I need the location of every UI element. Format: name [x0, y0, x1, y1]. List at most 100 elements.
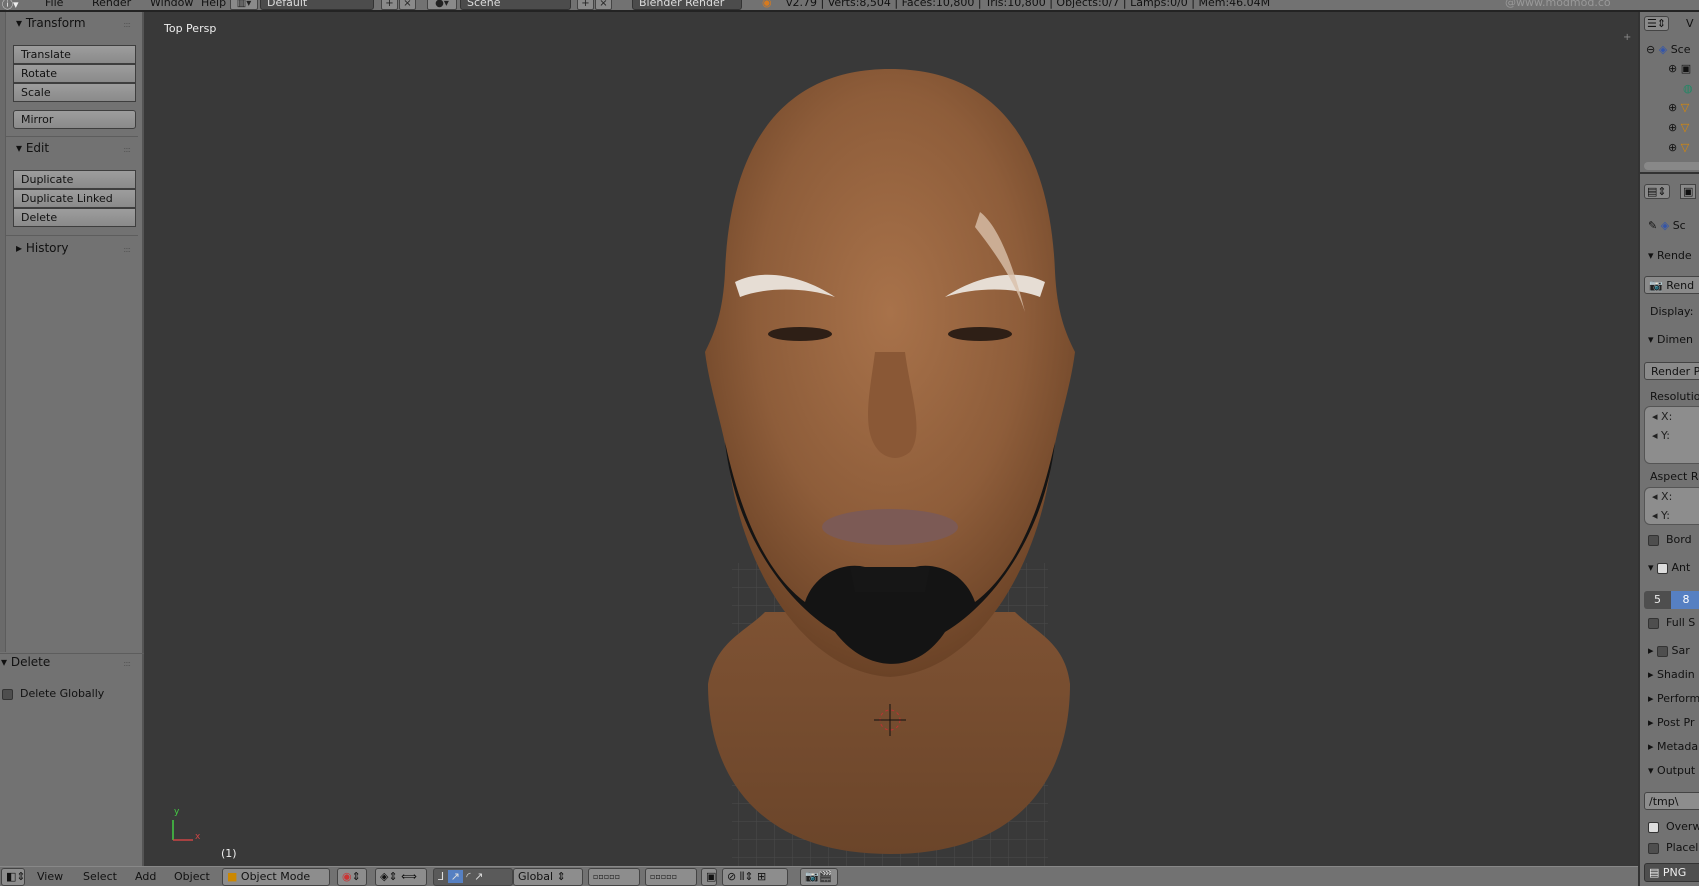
full-sample-checkbox[interactable]: Full S — [1648, 616, 1695, 629]
world-icon[interactable]: ◍ — [1683, 82, 1693, 95]
outliner-object-row[interactable]: ⊕ ▽ — [1668, 141, 1689, 154]
placeholders-checkbox[interactable]: Placel — [1648, 841, 1698, 854]
menu-window[interactable]: Window — [150, 0, 193, 9]
resolution-x-field[interactable]: ◂ X: — [1652, 410, 1672, 423]
delete-globally-checkbox[interactable]: Delete Globally — [2, 687, 104, 700]
mirror-button[interactable]: Mirror — [13, 110, 136, 129]
shading-panel-header[interactable]: ▸ Shadin — [1648, 668, 1695, 681]
render-tab-icon[interactable]: ▣ — [1680, 184, 1697, 199]
render-engine-dropdown[interactable]: Blender Render — [632, 0, 742, 10]
pivot-dropdown[interactable]: ◈⇕ ⟺ — [375, 868, 427, 886]
info-header: ⓘ▾ File Render Window Help ▥▾ Default + … — [0, 0, 1699, 12]
render-panel-header[interactable]: ▾ Rende — [1648, 249, 1692, 262]
outliner-editor-icon[interactable]: ☰⇕ — [1644, 16, 1670, 31]
panel-title: Output — [1657, 764, 1696, 777]
panel-history-header[interactable]: ▸ History — [16, 241, 69, 255]
aa-samples-5[interactable]: 5 — [1644, 591, 1671, 609]
panel-title: Sar — [1671, 644, 1690, 657]
layout-field[interactable]: Default — [260, 0, 374, 10]
outliner-object-row[interactable]: ⊕ ▽ — [1668, 121, 1689, 134]
file-format-dropdown[interactable]: ▤ PNG — [1644, 863, 1699, 882]
editor-type-icon[interactable]: ◧⇕ — [1, 868, 26, 886]
border-checkbox[interactable]: Bord — [1648, 533, 1692, 546]
operator-panel-header[interactable]: ▾ Delete — [1, 655, 50, 669]
overwrite-checkbox[interactable]: Overw — [1648, 820, 1699, 833]
menu-help[interactable]: Help — [201, 0, 226, 9]
menu-add[interactable]: Add — [135, 870, 156, 883]
menu-select[interactable]: Select — [83, 870, 117, 883]
pin-icon[interactable]: ✎ ◈ Sc — [1648, 219, 1686, 232]
mode-dropdown[interactable]: ■ Object Mode — [222, 868, 330, 886]
add-layout-icon[interactable]: + — [381, 0, 398, 10]
tool-shelf: ▾ Transform :::: Translate Rotate Scale … — [0, 12, 144, 866]
left-eye — [768, 327, 832, 341]
aa-samples-8[interactable]: 8 — [1671, 591, 1699, 609]
3d-viewport[interactable]: Top Persp (1) y x + — [145, 12, 1637, 866]
translate-button[interactable]: Translate — [13, 45, 136, 64]
properties-editor-icon[interactable]: ▤⇕ — [1644, 184, 1670, 199]
menu-object[interactable]: Object — [174, 870, 210, 883]
menu-view[interactable]: View — [37, 870, 63, 883]
outliner-view-menu[interactable]: V — [1686, 17, 1694, 30]
context-label: Sc — [1672, 219, 1686, 232]
lips — [822, 509, 958, 545]
render-button[interactable]: 📷 Rend — [1644, 276, 1699, 294]
info-editor-icon[interactable]: ⓘ▾ — [2, 0, 19, 10]
remove-layout-icon[interactable]: × — [399, 0, 416, 10]
checkbox-label: Full S — [1666, 616, 1696, 629]
aspect-x-field[interactable]: ◂ X: — [1652, 490, 1672, 503]
menu-render[interactable]: Render — [92, 0, 131, 9]
panel-transform-header[interactable]: ▾ Transform — [16, 16, 86, 30]
snap-buttons[interactable]: ⊘ ⫴⇕ ⊞ — [722, 868, 788, 886]
panel-title: Edit — [25, 141, 50, 155]
aspect-y-field[interactable]: ◂ Y: — [1652, 509, 1670, 522]
outliner-scene-row[interactable]: ⊖ ◈ Sce — [1646, 43, 1691, 56]
post-processing-panel-header[interactable]: ▸ Post Pr — [1648, 716, 1695, 729]
resolution-y-field[interactable]: ◂ Y: — [1652, 429, 1670, 442]
output-panel-header[interactable]: ▾ Output — [1648, 764, 1695, 777]
chin-beard — [850, 567, 930, 592]
anti-aliasing-panel-header[interactable]: ▾ Ant — [1648, 561, 1690, 574]
remove-scene-icon[interactable]: × — [595, 0, 612, 10]
panel-title: History — [25, 241, 69, 255]
scene-field[interactable]: Scene — [460, 0, 571, 10]
shading-dropdown[interactable]: ◉⇕ — [337, 868, 367, 886]
outliner-renderlayer-row[interactable]: ⊕ ▣ — [1668, 62, 1691, 75]
manipulator-buttons[interactable]: ⅃ ↗ ◜ ↗ — [433, 868, 513, 886]
duplicate-button[interactable]: Duplicate — [13, 170, 136, 189]
scene-icon[interactable]: ●▾ — [427, 0, 457, 10]
duplicate-linked-button[interactable]: Duplicate Linked — [13, 189, 136, 208]
drag-grip-icon[interactable]: :::: — [123, 145, 131, 154]
checkbox[interactable] — [2, 688, 13, 700]
performance-panel-header[interactable]: ▸ Perform — [1648, 692, 1699, 705]
menu-file[interactable]: File — [45, 0, 63, 9]
dimensions-panel-header[interactable]: ▾ Dimen — [1648, 333, 1693, 346]
axis-x-label: x — [195, 832, 201, 842]
delete-button[interactable]: Delete — [13, 208, 136, 227]
drag-grip-icon[interactable]: :::: — [123, 659, 131, 668]
right-editors: ☰⇕ V ⊖ ◈ Sce ⊕ ▣ ◍ ⊕ ▽ ⊕ ▽ ⊕ ▽ ▤⇕ ▣ ✎ ◈ … — [1638, 12, 1699, 886]
layers-grid[interactable]: ▫▫▫▫▫ — [588, 868, 640, 886]
metadata-panel-header[interactable]: ▸ Metada — [1648, 740, 1698, 753]
panel-title: Delete — [10, 655, 51, 669]
lock-layer-icon[interactable]: ▣ — [701, 868, 717, 886]
scale-button[interactable]: Scale — [13, 83, 136, 102]
orientation-dropdown[interactable]: Global ⇕ — [513, 868, 583, 886]
render-buttons[interactable]: 📷🎬 — [800, 868, 838, 886]
sampled-motion-blur-header[interactable]: ▸ Sar — [1648, 644, 1690, 657]
render-presets-dropdown[interactable]: Render Pr — [1644, 362, 1699, 380]
outliner-object-row[interactable]: ⊕ ▽ — [1668, 101, 1689, 114]
field-label: X: — [1661, 490, 1673, 503]
add-scene-icon[interactable]: + — [577, 0, 594, 10]
outliner-scrollbar[interactable] — [1644, 162, 1699, 170]
resolution-label: Resolutio — [1650, 390, 1699, 403]
region-toggle-icon[interactable]: + — [1623, 32, 1631, 43]
panel-edit-header[interactable]: ▾ Edit — [16, 141, 49, 155]
drag-grip-icon[interactable]: :::: — [123, 245, 131, 254]
drag-grip-icon[interactable]: :::: — [123, 20, 131, 29]
output-path-field[interactable]: /tmp\ — [1644, 792, 1699, 810]
rotate-button[interactable]: Rotate — [13, 64, 136, 83]
layout-icon[interactable]: ▥▾ — [230, 0, 258, 10]
layers-grid-2[interactable]: ▫▫▫▫▫ — [645, 868, 697, 886]
shelf-tabs[interactable] — [0, 12, 6, 652]
